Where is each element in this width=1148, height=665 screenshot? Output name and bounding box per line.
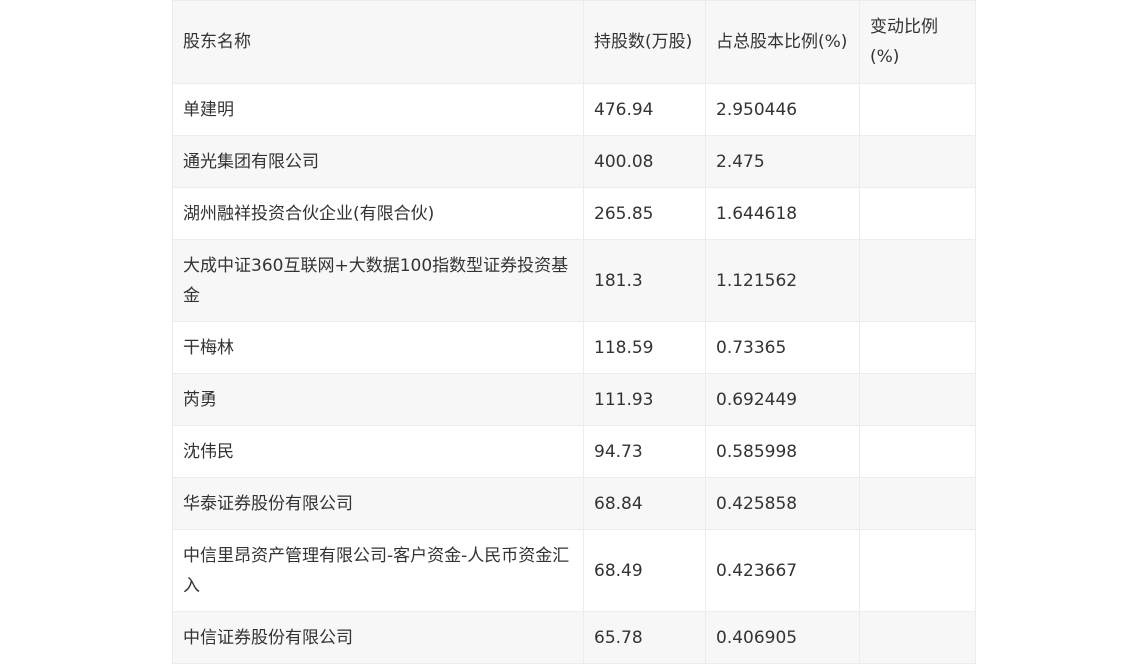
table-row: 芮勇 111.93 0.692449 bbox=[172, 373, 976, 426]
cell-change-ratio bbox=[859, 83, 976, 136]
table-header-row: 股东名称 持股数(万股) 占总股本比例(%) 变动比例(%) bbox=[172, 0, 976, 84]
table-body: 单建明 476.94 2.950446 通光集团有限公司 400.08 2.47… bbox=[172, 83, 976, 664]
header-shareholder-name: 股东名称 bbox=[172, 0, 584, 84]
cell-share-ratio: 2.950446 bbox=[705, 83, 860, 136]
table-row: 通光集团有限公司 400.08 2.475 bbox=[172, 135, 976, 188]
cell-shares-held: 476.94 bbox=[583, 83, 706, 136]
cell-share-ratio: 1.644618 bbox=[705, 187, 860, 240]
table-row: 中信证券股份有限公司 65.78 0.406905 bbox=[172, 611, 976, 664]
cell-share-ratio: 0.585998 bbox=[705, 425, 860, 478]
cell-change-ratio bbox=[859, 477, 976, 530]
cell-shares-held: 68.49 bbox=[583, 529, 706, 612]
cell-shares-held: 68.84 bbox=[583, 477, 706, 530]
cell-change-ratio bbox=[859, 425, 976, 478]
cell-shares-held: 118.59 bbox=[583, 321, 706, 374]
cell-shares-held: 94.73 bbox=[583, 425, 706, 478]
cell-share-ratio: 2.475 bbox=[705, 135, 860, 188]
header-shares-held: 持股数(万股) bbox=[583, 0, 706, 84]
cell-shareholder-name: 干梅林 bbox=[172, 321, 584, 374]
cell-shareholder-name: 通光集团有限公司 bbox=[172, 135, 584, 188]
cell-shareholder-name: 单建明 bbox=[172, 83, 584, 136]
cell-change-ratio bbox=[859, 373, 976, 426]
table-row: 华泰证券股份有限公司 68.84 0.425858 bbox=[172, 477, 976, 530]
cell-share-ratio: 0.425858 bbox=[705, 477, 860, 530]
cell-change-ratio bbox=[859, 239, 976, 322]
cell-share-ratio: 0.406905 bbox=[705, 611, 860, 664]
header-change-ratio: 变动比例(%) bbox=[859, 0, 976, 84]
cell-shares-held: 181.3 bbox=[583, 239, 706, 322]
table-row: 单建明 476.94 2.950446 bbox=[172, 83, 976, 136]
cell-shareholder-name: 中信证券股份有限公司 bbox=[172, 611, 584, 664]
table-row: 干梅林 118.59 0.73365 bbox=[172, 321, 976, 374]
cell-shareholder-name: 湖州融祥投资合伙企业(有限合伙) bbox=[172, 187, 584, 240]
cell-share-ratio: 1.121562 bbox=[705, 239, 860, 322]
cell-change-ratio bbox=[859, 321, 976, 374]
table-row: 沈伟民 94.73 0.585998 bbox=[172, 425, 976, 478]
table-row: 中信里昂资产管理有限公司-客户资金-人民币资金汇入 68.49 0.423667 bbox=[172, 529, 976, 612]
table-row: 大成中证360互联网+大数据100指数型证券投资基金 181.3 1.12156… bbox=[172, 239, 976, 322]
cell-shareholder-name: 大成中证360互联网+大数据100指数型证券投资基金 bbox=[172, 239, 584, 322]
cell-shares-held: 400.08 bbox=[583, 135, 706, 188]
cell-change-ratio bbox=[859, 135, 976, 188]
cell-shares-held: 65.78 bbox=[583, 611, 706, 664]
cell-change-ratio bbox=[859, 187, 976, 240]
shareholder-table-container: 股东名称 持股数(万股) 占总股本比例(%) 变动比例(%) 单建明 476.9… bbox=[172, 0, 976, 664]
cell-share-ratio: 0.423667 bbox=[705, 529, 860, 612]
cell-change-ratio bbox=[859, 529, 976, 612]
cell-shareholder-name: 芮勇 bbox=[172, 373, 584, 426]
cell-shares-held: 111.93 bbox=[583, 373, 706, 426]
cell-shareholder-name: 沈伟民 bbox=[172, 425, 584, 478]
cell-shareholder-name: 中信里昂资产管理有限公司-客户资金-人民币资金汇入 bbox=[172, 529, 584, 612]
cell-share-ratio: 0.73365 bbox=[705, 321, 860, 374]
table-row: 湖州融祥投资合伙企业(有限合伙) 265.85 1.644618 bbox=[172, 187, 976, 240]
cell-shares-held: 265.85 bbox=[583, 187, 706, 240]
cell-share-ratio: 0.692449 bbox=[705, 373, 860, 426]
cell-shareholder-name: 华泰证券股份有限公司 bbox=[172, 477, 584, 530]
header-share-ratio: 占总股本比例(%) bbox=[705, 0, 860, 84]
shareholder-table: 股东名称 持股数(万股) 占总股本比例(%) 变动比例(%) 单建明 476.9… bbox=[172, 0, 976, 664]
cell-change-ratio bbox=[859, 611, 976, 664]
